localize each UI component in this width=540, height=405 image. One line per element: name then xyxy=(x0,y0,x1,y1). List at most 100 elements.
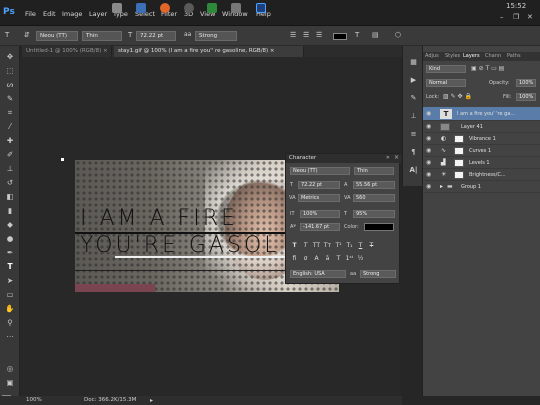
visibility-eye-icon[interactable]: ◉ xyxy=(426,133,431,145)
menu-layer[interactable]: Layer xyxy=(89,10,107,18)
taskbar-photoshop-icon[interactable] xyxy=(256,3,266,13)
fractions-button[interactable]: ½ xyxy=(356,254,365,263)
faux-italic-button[interactable]: T xyxy=(301,241,310,250)
font-style-select[interactable]: Thin xyxy=(82,31,122,41)
small-caps-button[interactable]: Tт xyxy=(323,241,332,250)
underline-button[interactable]: T xyxy=(356,241,365,250)
tab-layers[interactable]: Layers xyxy=(463,52,480,61)
language-select[interactable]: English: USA xyxy=(290,270,346,278)
tab-stay1[interactable]: stay1.gif @ 100% (I am a fire you'' re g… xyxy=(114,46,304,57)
char-anti-alias-select[interactable]: Strong xyxy=(360,270,396,278)
layer-row[interactable]: ◉ Layer 41 xyxy=(423,121,540,133)
close-icon[interactable]: ✕ xyxy=(527,13,533,21)
visibility-eye-icon[interactable]: ◉ xyxy=(426,169,431,181)
quick-select-tool-icon[interactable]: ✎ xyxy=(4,94,16,104)
menu-edit[interactable]: Edit xyxy=(43,10,56,18)
3d-icon[interactable]: ⬡ xyxy=(395,31,401,39)
warp-text-icon[interactable]: T xyxy=(355,31,359,39)
eraser-tool-icon[interactable]: ◧ xyxy=(4,192,16,202)
minimize-icon[interactable]: – xyxy=(500,13,504,21)
quick-mask-icon[interactable]: ◎ xyxy=(4,364,16,374)
taskbar-app-icon[interactable] xyxy=(207,3,217,13)
taskbar-app-icon[interactable] xyxy=(184,3,194,13)
layer-row[interactable]: ◉ ▟ Levels 1 xyxy=(423,157,540,169)
subscript-button[interactable]: T₁ xyxy=(345,241,354,250)
align-right-icon[interactable]: ☰ xyxy=(316,31,322,39)
restore-icon[interactable]: ❐ xyxy=(513,13,519,21)
marquee-tool-icon[interactable]: ⬚ xyxy=(4,66,16,76)
pen-tool-icon[interactable]: ✒ xyxy=(4,248,16,258)
menu-file[interactable]: File xyxy=(25,10,36,18)
actions-panel-icon[interactable]: ▶ xyxy=(408,76,419,86)
font-size-select[interactable]: 72.22 pt xyxy=(136,31,176,41)
taskbar-app-icon[interactable] xyxy=(136,3,146,13)
art-text-line1[interactable]: I AM A FIRE xyxy=(80,206,238,231)
gradient-tool-icon[interactable]: ▮ xyxy=(4,206,16,216)
taskbar-firefox-icon[interactable] xyxy=(160,3,170,13)
text-color-swatch[interactable] xyxy=(333,33,347,40)
char-size-field[interactable]: 72.22 pt xyxy=(298,181,340,189)
faux-bold-button[interactable]: T xyxy=(290,241,299,250)
tab-styles[interactable]: Styles xyxy=(445,52,460,61)
info-panel-icon[interactable]: ¶ xyxy=(408,148,419,158)
move-tool-icon[interactable]: ✥ xyxy=(4,52,16,62)
document-size[interactable]: Doc: 366.2K/15.3M xyxy=(84,396,136,405)
clone-source-icon[interactable]: ⊥ xyxy=(408,112,419,122)
history-brush-tool-icon[interactable]: ↺ xyxy=(4,178,16,188)
status-menu-arrow-icon[interactable]: ▸ xyxy=(150,396,153,405)
oldstyle-button[interactable]: σ xyxy=(301,254,310,263)
visibility-eye-icon[interactable]: ◉ xyxy=(426,145,431,157)
healing-brush-tool-icon[interactable]: ✚ xyxy=(4,136,16,146)
char-tracking-field[interactable]: 560 xyxy=(353,194,395,202)
lock-icons[interactable]: ▨ ✎ ✥ 🔒 xyxy=(443,93,472,100)
layer-row[interactable]: ◉ ∿ Curves 1 xyxy=(423,145,540,157)
char-vertical-scale-field[interactable]: 100% xyxy=(300,210,340,218)
taskbar-app-icon[interactable] xyxy=(231,3,241,13)
character-panel-toggle-icon[interactable]: A| xyxy=(408,166,419,176)
titling-button[interactable]: T xyxy=(334,254,343,263)
character-panel-title[interactable]: Character xyxy=(286,154,401,163)
character-panel-icon[interactable]: ▤ xyxy=(372,31,379,39)
layer-row-text[interactable]: ◉ T I am a fire you' 're ga... xyxy=(423,107,540,121)
font-family-select[interactable]: Neou (TT) xyxy=(36,31,78,41)
fill-field[interactable]: 100% xyxy=(516,93,536,101)
char-horizontal-scale-field[interactable]: 95% xyxy=(353,210,395,218)
filter-icons[interactable]: ▣ ⊘ T ▭ ▤ xyxy=(471,65,504,72)
brush-panel-icon[interactable]: ✎ xyxy=(408,94,419,104)
eyedropper-tool-icon[interactable]: ⁄ xyxy=(4,122,16,132)
char-kerning-field[interactable]: Metrics xyxy=(298,194,340,202)
taskbar-app-icon[interactable] xyxy=(112,3,122,13)
swash-button[interactable]: A xyxy=(312,254,321,263)
properties-panel-icon[interactable]: ≡ xyxy=(408,130,419,140)
char-font-family-select[interactable]: Neou (TT) xyxy=(290,167,350,175)
hand-tool-icon[interactable]: ✋ xyxy=(4,304,16,314)
char-baseline-shift-field[interactable]: -141.67 pt xyxy=(300,223,340,231)
anti-alias-select[interactable]: Strong xyxy=(195,31,237,41)
type-tool-icon[interactable]: T xyxy=(4,262,16,272)
art-text-line2[interactable]: YOU'RE GASOL xyxy=(80,233,280,258)
opacity-field[interactable]: 100% xyxy=(516,79,536,87)
layer-filter-select[interactable]: Kind xyxy=(426,65,466,73)
align-left-icon[interactable]: ☰ xyxy=(290,31,296,39)
clone-stamp-tool-icon[interactable]: ⊥ xyxy=(4,164,16,174)
panel-close-icon[interactable]: × xyxy=(394,154,399,161)
blend-mode-select[interactable]: Normal xyxy=(426,79,466,87)
layer-row[interactable]: ◉ ◐ Vibrance 1 xyxy=(423,133,540,145)
rectangle-tool-icon[interactable]: ▭ xyxy=(4,290,16,300)
visibility-eye-icon[interactable]: ◉ xyxy=(426,107,431,121)
char-leading-field[interactable]: 55.56 pt xyxy=(353,181,395,189)
visibility-eye-icon[interactable]: ◉ xyxy=(426,181,431,193)
char-font-style-select[interactable]: Thin xyxy=(354,167,394,175)
tab-channels[interactable]: Chann xyxy=(485,52,501,61)
layer-row-group[interactable]: ◉ ▸ ▬ Group 1 xyxy=(423,181,540,193)
text-orientation-icon[interactable]: ⇵ xyxy=(24,31,30,39)
dodge-tool-icon[interactable]: ● xyxy=(4,234,16,244)
visibility-eye-icon[interactable]: ◉ xyxy=(426,121,431,133)
more-tools-icon[interactable]: ⋯ xyxy=(4,332,16,342)
path-selection-tool-icon[interactable]: ➤ xyxy=(4,276,16,286)
menu-image[interactable]: Image xyxy=(62,10,82,18)
tab-adjustments[interactable]: Adjus xyxy=(425,52,439,61)
expand-arrow-icon[interactable]: ▸ xyxy=(440,181,443,193)
brush-tool-icon[interactable]: ✐ xyxy=(4,150,16,160)
ligatures-button[interactable]: ﬁ xyxy=(290,254,299,263)
